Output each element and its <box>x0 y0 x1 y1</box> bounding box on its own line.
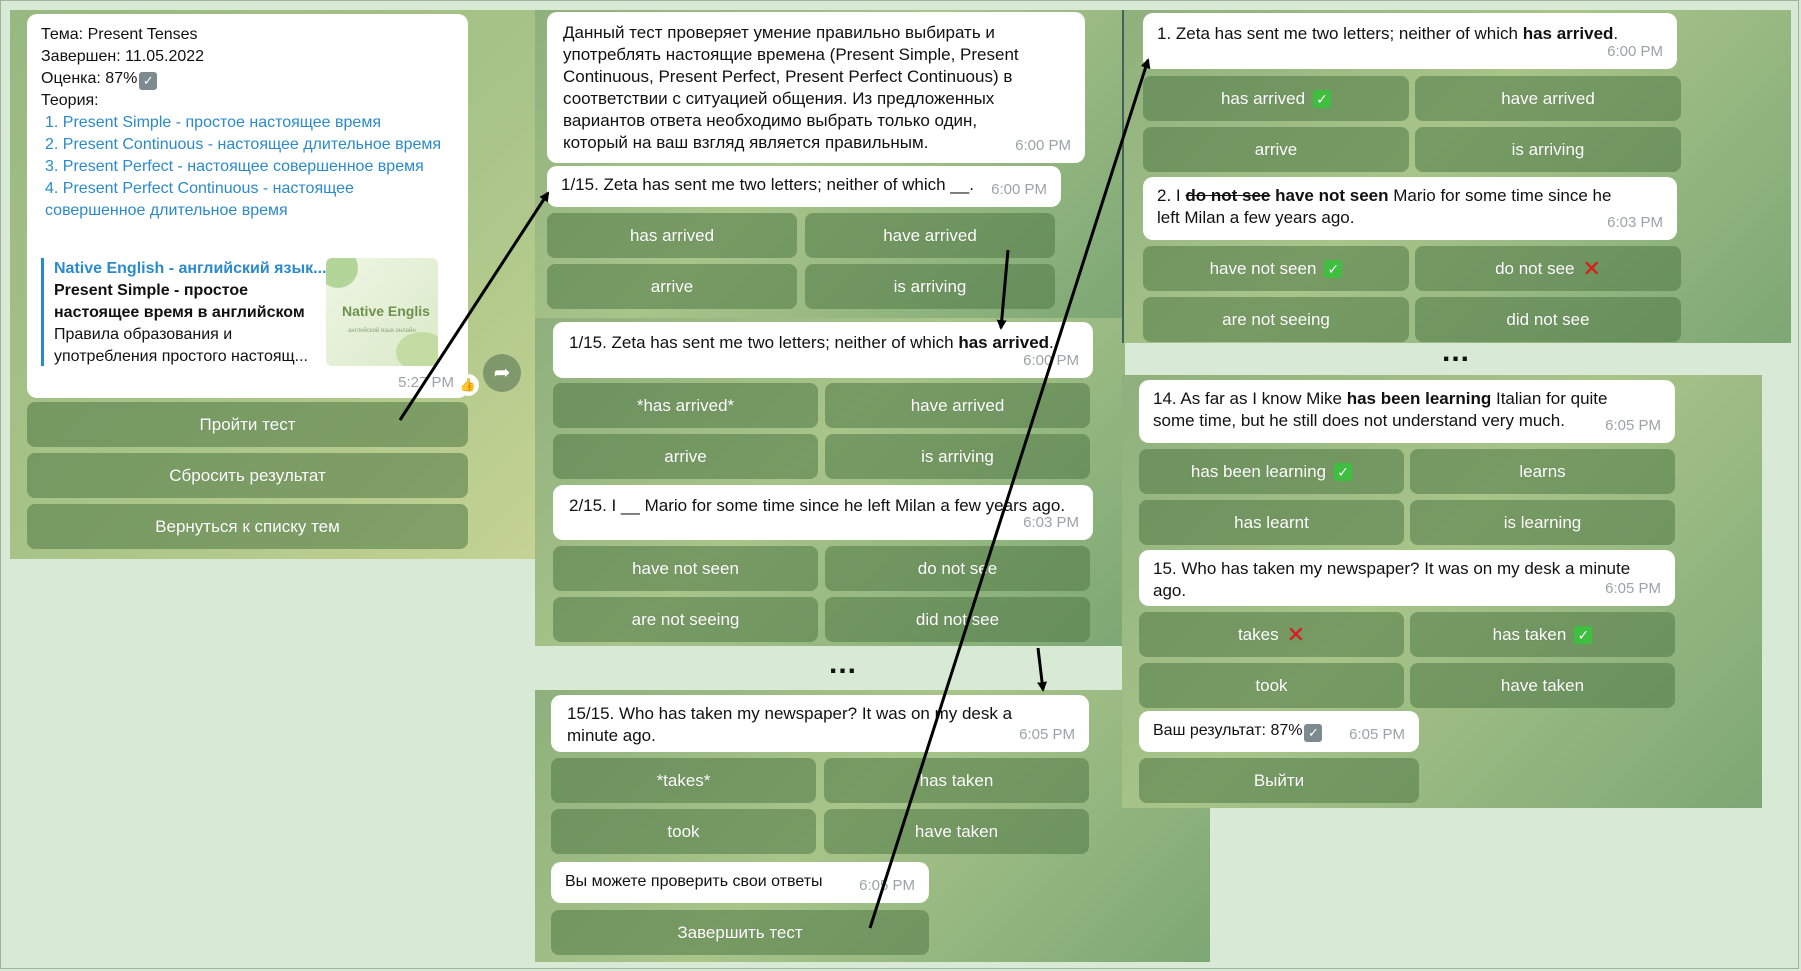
arrow-start-to-q1 <box>398 191 550 421</box>
arrow-q1-to-answered <box>996 249 1010 330</box>
annotation-arrows <box>398 58 1151 929</box>
arrow-finish-to-review <box>868 58 1151 929</box>
arrow-to-q15 <box>1036 647 1048 692</box>
